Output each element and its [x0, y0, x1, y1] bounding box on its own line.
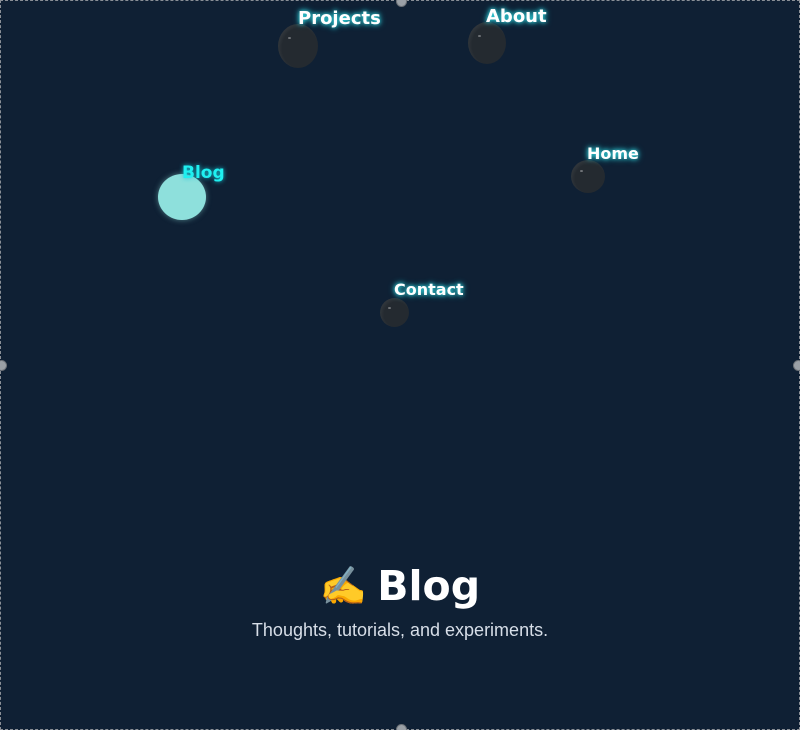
- nav-bubble[interactable]: [278, 24, 318, 68]
- page-title-text: Blog: [377, 562, 481, 610]
- page-subtitle: Thoughts, tutorials, and experiments.: [251, 620, 549, 640]
- resize-handle-top[interactable]: [396, 0, 407, 7]
- resize-handle-bottom[interactable]: [396, 724, 407, 730]
- nav-label-blog[interactable]: Blog: [182, 163, 225, 183]
- page-title: ✍️ Blog: [320, 558, 480, 614]
- nav-label-projects[interactable]: Projects: [298, 8, 381, 29]
- writing-hand-icon: ✍️: [319, 564, 368, 608]
- hero-section: ✍️ Blog Thoughts, tutorials, and experim…: [1, 558, 799, 641]
- nav-label-about[interactable]: About: [486, 6, 547, 27]
- page-canvas: Projects About Blog Home Contact ✍️ Blog…: [0, 0, 800, 730]
- nav-label-contact[interactable]: Contact: [394, 280, 464, 299]
- nav-bubble[interactable]: [380, 298, 409, 327]
- nav-label-home[interactable]: Home: [587, 144, 639, 163]
- resize-handle-right[interactable]: [793, 360, 800, 371]
- resize-handle-left[interactable]: [0, 360, 7, 371]
- nav-bubble[interactable]: [468, 22, 506, 64]
- nav-bubble[interactable]: [571, 160, 605, 193]
